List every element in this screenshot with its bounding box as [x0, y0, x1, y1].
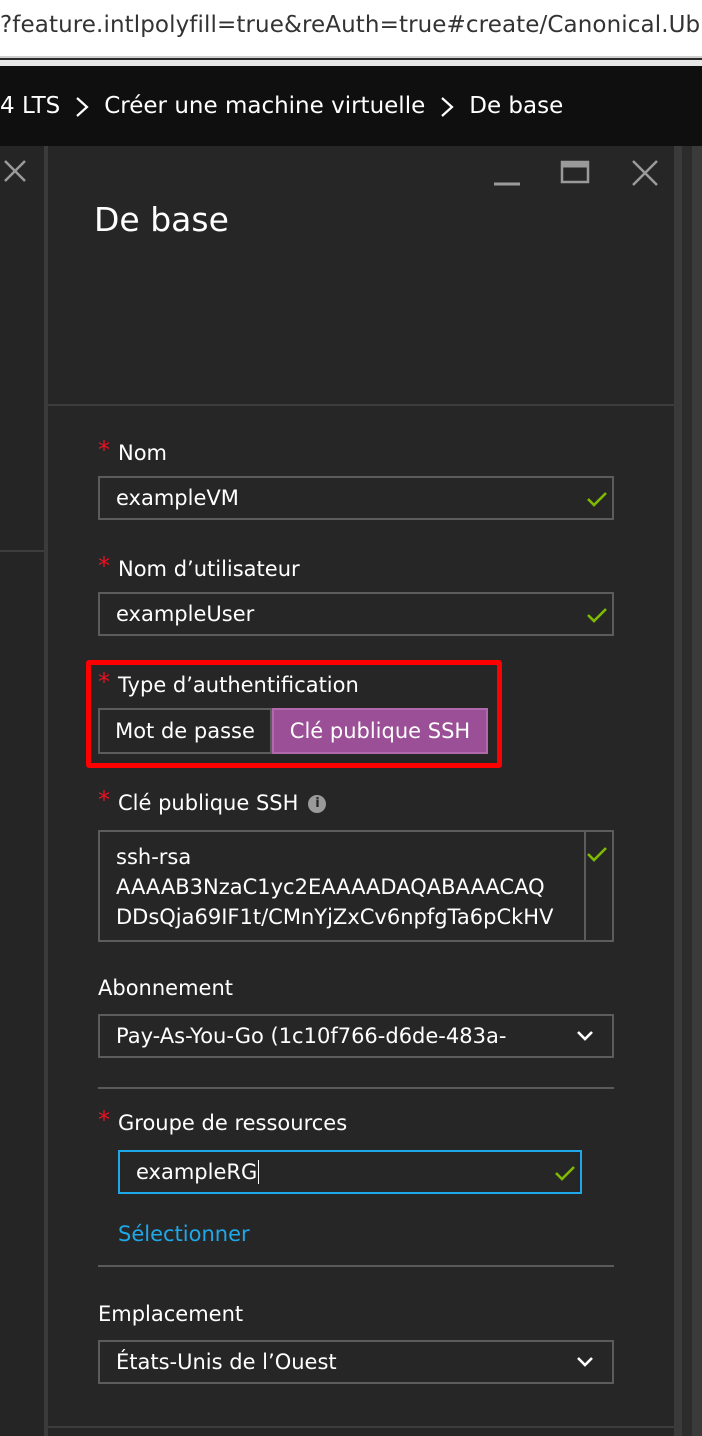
- valid-check-icon: [587, 608, 607, 623]
- breadcrumb-item-create-vm[interactable]: Créer une machine virtuelle: [104, 93, 425, 119]
- resource-group-input[interactable]: exampleRG: [118, 1150, 582, 1194]
- maximize-icon[interactable]: [559, 158, 593, 188]
- valid-check-icon: [587, 847, 607, 862]
- address-bar[interactable]: ?feature.intlpolyfill=true&reAuth=true#c…: [0, 0, 702, 58]
- text-cursor: [258, 1160, 260, 1184]
- chevron-right-icon: [425, 91, 469, 121]
- breadcrumb: 4 LTS Créer une machine virtuelle De bas…: [0, 66, 702, 146]
- address-bar-url: ?feature.intlpolyfill=true&reAuth=true#c…: [0, 12, 702, 38]
- valid-check-icon: [587, 492, 607, 507]
- chevron-down-icon: [577, 1031, 593, 1041]
- section-divider: [98, 1087, 614, 1089]
- required-asterisk: *: [98, 1106, 110, 1134]
- ssh-key-line: DDsQja69IF1t/CMnYjZxCv6npfgTa6pCkHV: [116, 905, 554, 929]
- blade-divider: [0, 550, 44, 552]
- username-input[interactable]: exampleUser: [98, 592, 614, 636]
- blade-footer-divider: [48, 1426, 674, 1428]
- blade-title: De base: [94, 200, 229, 239]
- name-label: * Nom: [98, 436, 168, 465]
- blade-header: De base: [48, 146, 674, 404]
- subscription-select[interactable]: Pay-As-You-Go (1c10f766-d6de-483a-: [98, 1014, 614, 1058]
- required-asterisk: *: [98, 668, 110, 696]
- breadcrumb-item-basics[interactable]: De base: [469, 93, 563, 119]
- header-divider: [48, 404, 674, 406]
- ssh-key-label: * Clé publique SSH i: [98, 786, 327, 816]
- auth-option-ssh-key[interactable]: Clé publique SSH: [272, 708, 488, 754]
- ssh-key-textarea[interactable]: ssh-rsa AAAAB3NzaC1yc2EAAAADAQABAAACAQ D…: [98, 830, 614, 942]
- previous-blade: [0, 146, 44, 1436]
- auth-type-label: * Type d’authentification: [98, 668, 359, 697]
- page-scrollbar[interactable]: [674, 146, 702, 1436]
- name-input[interactable]: exampleVM: [98, 476, 614, 520]
- location-label: Emplacement: [98, 1302, 244, 1326]
- ssh-key-line: AAAAB3NzaC1yc2EAAAADAQABAAACAQ: [116, 875, 545, 899]
- valid-check-icon: [555, 1166, 575, 1181]
- breadcrumb-item-image[interactable]: 4 LTS: [0, 93, 60, 119]
- section-divider: [98, 1265, 614, 1267]
- required-asterisk: *: [98, 436, 110, 464]
- chevron-right-icon: [60, 91, 104, 121]
- select-resource-group-link[interactable]: Sélectionner: [118, 1222, 250, 1246]
- location-select[interactable]: États-Unis de l’Ouest: [98, 1340, 614, 1384]
- ssh-key-line: ssh-rsa: [116, 845, 192, 869]
- resource-group-label: * Groupe de ressources: [98, 1106, 348, 1135]
- chevron-down-icon: [577, 1357, 593, 1367]
- auth-option-password[interactable]: Mot de passe: [98, 708, 272, 754]
- close-icon[interactable]: [2, 158, 28, 184]
- required-asterisk: *: [98, 552, 110, 580]
- info-icon[interactable]: i: [308, 795, 327, 813]
- required-asterisk: *: [98, 786, 110, 814]
- minimize-icon[interactable]: [490, 158, 524, 188]
- close-icon[interactable]: [628, 158, 662, 188]
- subscription-label: Abonnement: [98, 976, 234, 1000]
- scrollbar-track: [682, 146, 692, 1436]
- username-label: * Nom d’utilisateur: [98, 552, 300, 581]
